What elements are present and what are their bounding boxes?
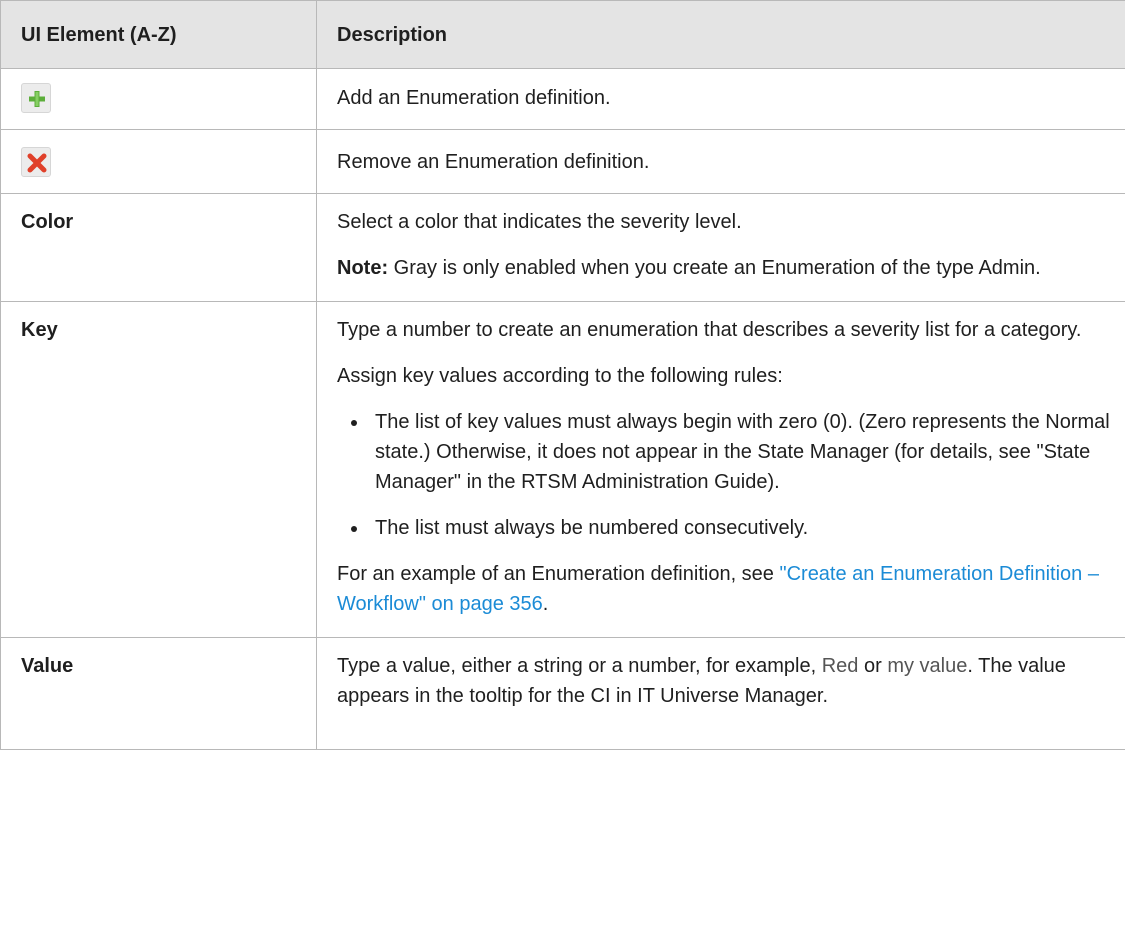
table-row: Add an Enumeration definition.: [0, 68, 1125, 130]
remove-x-icon: [21, 147, 51, 177]
list-item: The list of key values must always begin…: [369, 407, 1111, 497]
element-name-value: Value: [0, 637, 317, 750]
value-text-1: Type a value, either a string or a numbe…: [337, 655, 822, 677]
table-header-row: UI Element (A-Z) Description: [0, 0, 1125, 69]
example-prefix: For an example of an Enumeration definit…: [337, 563, 780, 585]
description-cell: Type a number to create an enumeration t…: [316, 301, 1125, 638]
description-cell: Add an Enumeration definition.: [316, 68, 1125, 130]
note-paragraph: Note: Gray is only enabled when you crea…: [337, 253, 1111, 283]
header-ui-element: UI Element (A-Z): [0, 0, 317, 69]
description-cell: Select a color that indicates the severi…: [316, 193, 1125, 302]
rules-list: The list of key values must always begin…: [337, 407, 1111, 543]
description-cell: Type a value, either a string or a numbe…: [316, 637, 1125, 750]
description-text: Type a number to create an enumeration t…: [337, 319, 1082, 341]
table-row: Key Type a number to create an enumerati…: [0, 301, 1125, 638]
header-description: Description: [316, 0, 1125, 69]
example-code-red: Red: [821, 655, 859, 677]
element-cell: [0, 68, 317, 130]
ui-elements-table: UI Element (A-Z) Description Add an Enum…: [0, 0, 1125, 750]
list-item: The list must always be numbered consecu…: [369, 513, 1111, 543]
note-text: Gray is only enabled when you create an …: [388, 257, 1041, 279]
element-cell: [0, 129, 317, 194]
example-suffix: .: [542, 593, 549, 615]
description-text: Select a color that indicates the severi…: [337, 211, 742, 233]
element-name-key: Key: [0, 301, 317, 638]
description-cell: Remove an Enumeration definition.: [316, 129, 1125, 194]
example-paragraph: For an example of an Enumeration definit…: [337, 559, 1111, 619]
table-row: Remove an Enumeration definition.: [0, 129, 1125, 194]
example-code-my-value: my value: [887, 655, 968, 677]
table-row: Value Type a value, either a string or a…: [0, 637, 1125, 750]
note-label: Note:: [337, 257, 389, 279]
add-plus-icon: [21, 83, 51, 113]
value-text-2: or: [858, 655, 888, 677]
table-row: Color Select a color that indicates the …: [0, 193, 1125, 302]
element-name-color: Color: [0, 193, 317, 302]
rules-intro-text: Assign key values according to the follo…: [337, 365, 783, 387]
